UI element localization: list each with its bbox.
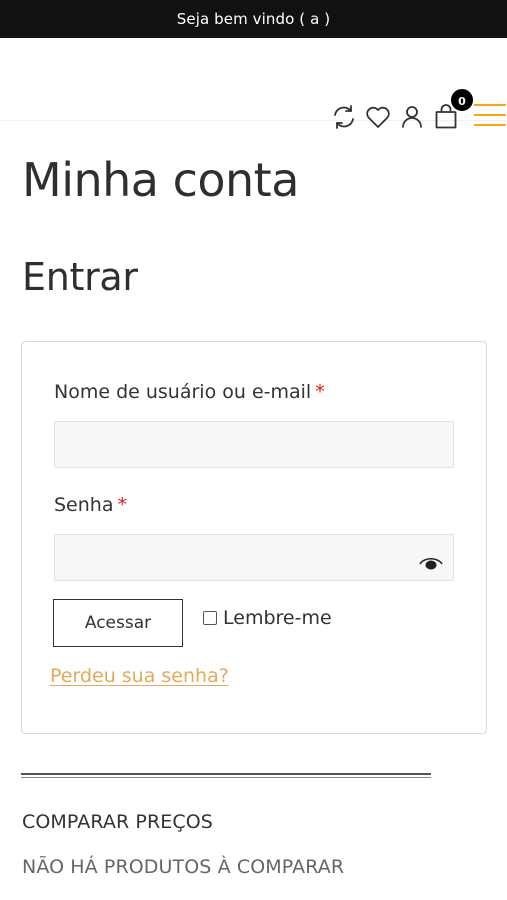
menu-line xyxy=(474,104,506,106)
welcome-text: Seja bem vindo ( a ) xyxy=(176,10,331,28)
required-mark: * xyxy=(315,381,325,403)
site-header: 0 xyxy=(0,38,507,129)
username-input[interactable] xyxy=(54,421,454,468)
required-mark: * xyxy=(117,494,127,516)
compare-heading: COMPARAR PREÇOS xyxy=(22,811,213,833)
remember-me-option[interactable]: Lembre-me xyxy=(203,606,332,630)
password-label-text: Senha xyxy=(54,494,114,516)
password-input[interactable] xyxy=(54,534,454,581)
hamburger-menu-icon[interactable] xyxy=(474,104,506,130)
heart-wishlist-icon[interactable] xyxy=(365,105,391,129)
username-label: Nome de usuário ou e-mail * xyxy=(54,380,325,404)
remember-me-checkbox[interactable] xyxy=(203,611,217,625)
show-password-eye-icon[interactable] xyxy=(418,555,444,571)
menu-line xyxy=(474,124,506,126)
username-label-text: Nome de usuário ou e-mail xyxy=(54,381,312,403)
cart-count-badge[interactable]: 0 xyxy=(449,87,475,113)
remember-me-label[interactable]: Lembre-me xyxy=(223,606,332,630)
login-heading: Entrar xyxy=(22,255,138,299)
compare-empty-message: NÃO HÁ PRODUTOS À COMPARAR xyxy=(22,856,345,878)
login-submit-button[interactable]: Acessar xyxy=(53,599,183,647)
user-account-icon[interactable] xyxy=(401,105,423,129)
login-form: Nome de usuário ou e-mail * Senha * Acessa… xyxy=(21,341,487,734)
lost-password-link[interactable]: Perdeu sua senha? xyxy=(50,664,229,688)
password-label: Senha * xyxy=(54,493,127,517)
section-divider xyxy=(21,773,431,778)
welcome-bar: Seja bem vindo ( a ) xyxy=(0,0,507,38)
refresh-compare-icon[interactable] xyxy=(332,104,356,130)
page-title: Minha conta xyxy=(22,153,299,207)
menu-line xyxy=(474,114,506,116)
